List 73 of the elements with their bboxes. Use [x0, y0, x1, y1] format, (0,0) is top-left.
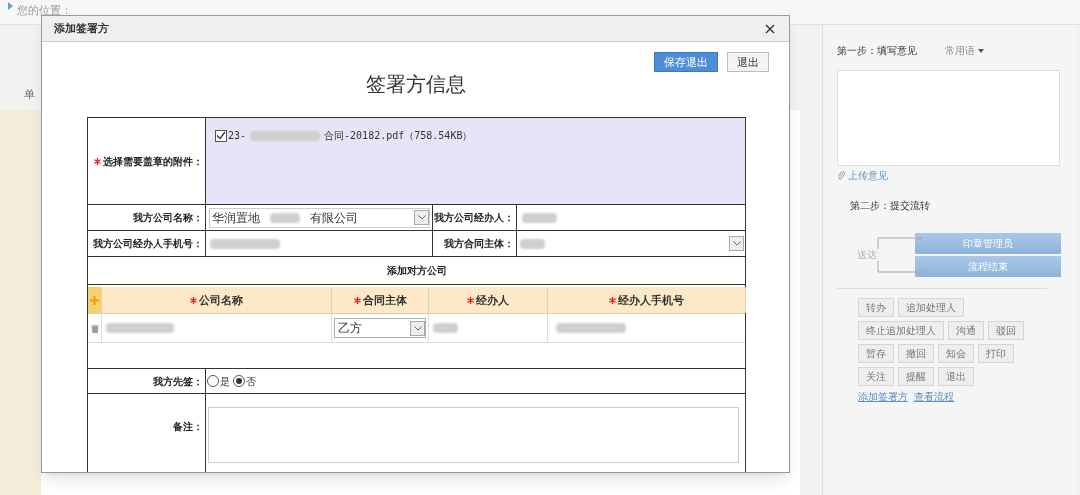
file-name: 23- — [228, 129, 247, 143]
dialog-title: 添加签署方 — [54, 21, 109, 37]
blurred-text — [270, 212, 300, 223]
action-button[interactable]: 终止追加处理人 — [858, 321, 944, 340]
field-label: 我方公司名称： — [133, 211, 203, 225]
action-button[interactable]: 驳回 — [988, 321, 1024, 340]
dropdown-button[interactable] — [414, 210, 429, 225]
select-value: 有限公司 — [310, 209, 358, 227]
file-name: 合同-20182.pdf（758.54KB） — [324, 129, 473, 143]
check-icon — [216, 131, 226, 140]
branch-arrows-icon — [877, 237, 925, 273]
action-button[interactable]: 提醒 — [898, 367, 934, 386]
upload-link[interactable]: 上传意见 — [837, 168, 1061, 183]
step-title: 第一步：填写意见 — [837, 44, 917, 58]
checkbox[interactable] — [215, 129, 227, 142]
action-button[interactable]: 关注 — [858, 367, 894, 386]
caret-icon — [978, 48, 984, 53]
action-button[interactable]: 追加处理人 — [898, 298, 964, 317]
form-heading: 签署方信息 — [365, 71, 466, 97]
send-label: 送达 — [857, 248, 877, 262]
column-label: 单 — [24, 86, 35, 102]
exit-button[interactable]: 退出 — [727, 52, 769, 72]
dropdown-button[interactable] — [729, 236, 744, 251]
step-title: 第二步：提交流转 — [849, 199, 931, 213]
save-exit-button[interactable]: 保存退出 — [654, 52, 718, 72]
field-label: 选择需要盖章的附件： — [103, 154, 203, 169]
paperclip-icon — [837, 170, 846, 181]
chevron-down-icon — [417, 215, 426, 220]
column-header: 经办人 — [476, 292, 509, 308]
text-link[interactable]: 查看流程 — [914, 389, 954, 404]
blurred-text — [520, 238, 545, 249]
breadcrumb: 您的位置： — [17, 3, 72, 18]
close-icon — [765, 23, 775, 34]
action-button[interactable]: 打印 — [978, 344, 1014, 363]
radio-button[interactable] — [233, 375, 245, 387]
option-label: 否 — [246, 374, 256, 389]
option-label: 是 — [220, 374, 230, 389]
text-link[interactable]: 添加签署方 — [858, 389, 908, 404]
dropdown-button[interactable] — [410, 320, 425, 336]
select-value: 乙方 — [338, 320, 362, 337]
blurred-text — [250, 130, 321, 141]
company-select[interactable]: 华润置地 有限公司 — [209, 207, 430, 228]
blurred-text — [106, 323, 174, 333]
blurred-text — [556, 323, 626, 333]
blurred-text — [522, 212, 557, 223]
column-header: 经办人手机号 — [618, 292, 684, 308]
plus-icon — [90, 295, 99, 305]
field-label: 我方公司经办人手机号： — [93, 237, 203, 251]
field-label: 我方公司经办人： — [434, 211, 514, 225]
column-header: 公司名称 — [199, 292, 243, 308]
action-button[interactable]: 退出 — [938, 367, 974, 386]
chevron-down-icon — [413, 325, 422, 331]
action-button[interactable]: 转办 — [858, 298, 894, 317]
trash-icon[interactable] — [90, 323, 99, 333]
chevron-down-icon — [732, 241, 741, 246]
blurred-text — [433, 323, 458, 333]
field-label: 我方先签： — [153, 374, 203, 389]
phrases-dropdown[interactable]: 常用语 — [945, 43, 984, 58]
field-label: 我方合同主体： — [444, 237, 514, 251]
action-button[interactable]: 暂存 — [858, 344, 894, 363]
action-button[interactable]: 撤回 — [898, 344, 934, 363]
party-select[interactable]: 乙方 — [334, 318, 426, 338]
action-button[interactable]: 沟通 — [948, 321, 984, 340]
blurred-text — [210, 238, 280, 249]
section-title: 添加对方公司 — [386, 264, 447, 278]
select-value: 华润置地 — [212, 209, 260, 227]
field-label: 备注： — [173, 419, 203, 434]
arrow-icon — [8, 2, 13, 10]
remarks-field[interactable] — [208, 407, 739, 463]
radio-button[interactable] — [207, 375, 219, 387]
column-header: 合同主体 — [362, 292, 407, 308]
opinion-field[interactable] — [837, 70, 1060, 166]
action-button[interactable]: 知会 — [938, 344, 974, 363]
